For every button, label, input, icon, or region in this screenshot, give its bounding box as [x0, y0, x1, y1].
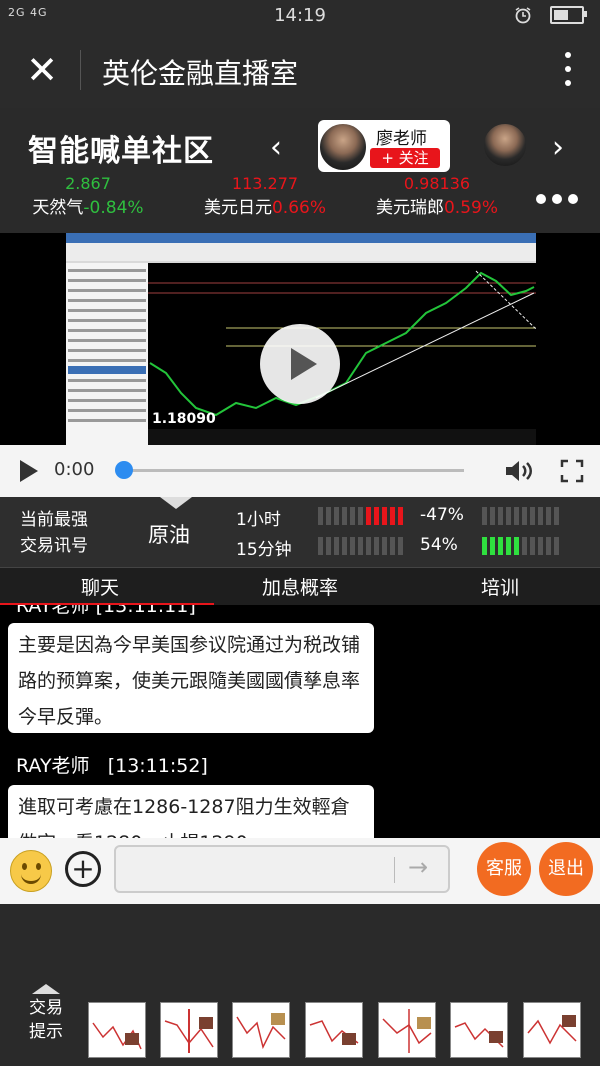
- quote-natgas[interactable]: 2.867 天然气-0.84%: [18, 174, 158, 218]
- quote-name: 天然气: [32, 198, 84, 218]
- message-sender-fragment: RAY老师 [13:11:11]: [16, 605, 196, 617]
- title-bar: ✕ 英伦金融直播室: [0, 32, 600, 108]
- quote-change: -0.84%: [83, 198, 144, 218]
- chat-area[interactable]: RAY老师 [13:11:11] 主要是因為今早美国参议院通过为税改铺路的预算案…: [0, 605, 600, 838]
- quote-price: 0.98136: [403, 174, 471, 193]
- tab-chat[interactable]: 聊天: [0, 573, 200, 600]
- close-icon[interactable]: ✕: [20, 48, 64, 92]
- tip-thumbnail[interactable]: [378, 1002, 436, 1058]
- message-sender: RAY老师 [13:11:52]: [16, 751, 208, 778]
- chevron-up-icon[interactable]: [24, 984, 68, 994]
- sender-name: RAY老师: [16, 755, 90, 777]
- tab-bar: 聊天 加息概率 培训: [0, 567, 600, 606]
- tab-training[interactable]: 培训: [400, 573, 600, 600]
- quote-price: 2.867: [65, 174, 111, 193]
- more-quotes-icon[interactable]: [536, 194, 578, 204]
- host-card[interactable]: 廖老师 + 关注: [318, 120, 450, 172]
- trade-tips-panel: 交易 提示: [0, 904, 600, 1066]
- alarm-icon: [515, 7, 531, 24]
- divider: [80, 50, 81, 90]
- sell-strength-bars: [318, 507, 403, 525]
- add-icon[interactable]: +: [65, 851, 101, 887]
- playback-time: 0:00: [54, 459, 95, 480]
- chat-message: 主要是因為今早美国参议院通过为税改铺路的预算案，使美元跟隨美國國債孳息率今早反彈…: [8, 623, 374, 733]
- signal-label: 当前最强 交易讯号: [20, 507, 88, 559]
- more-menu-icon[interactable]: [562, 48, 574, 92]
- buy-strength-bars: [482, 507, 559, 525]
- message-input[interactable]: →: [114, 845, 450, 893]
- video-player[interactable]: 1.18090: [0, 233, 600, 445]
- host-name: 廖老师: [376, 129, 427, 149]
- quote-usdjpy[interactable]: 113.277 美元日元0.66%: [190, 174, 340, 218]
- input-bar: + → 客服 退出: [0, 838, 600, 904]
- tips-label: 提示: [29, 1022, 63, 1042]
- host-avatar-next[interactable]: [482, 122, 528, 168]
- signal-label-line: 当前最强: [20, 510, 88, 530]
- battery-icon: [550, 6, 587, 24]
- tips-label: 交易: [29, 998, 63, 1018]
- tab-rate-hike[interactable]: 加息概率: [200, 573, 400, 600]
- emoji-icon[interactable]: [10, 850, 52, 892]
- signal-period: 15分钟: [236, 540, 292, 560]
- status-icons: [514, 6, 587, 24]
- fullscreen-icon[interactable]: [560, 459, 584, 483]
- buy-strength-bars: [482, 537, 559, 555]
- signal-percent: 54%: [420, 535, 458, 555]
- host-avatar: [318, 122, 368, 172]
- sell-strength-bars: [318, 537, 403, 555]
- tip-thumbnail[interactable]: [160, 1002, 218, 1058]
- page-title: 英伦金融直播室: [102, 57, 299, 90]
- tip-thumbnail[interactable]: [88, 1002, 146, 1058]
- seek-handle[interactable]: [115, 461, 133, 479]
- tip-thumbnail[interactable]: [523, 1002, 581, 1058]
- video-controls: 0:00: [0, 445, 600, 497]
- customer-service-button[interactable]: 客服: [477, 842, 531, 896]
- quote-change: 0.59%: [443, 198, 498, 218]
- tip-thumbnail[interactable]: [232, 1002, 290, 1058]
- brand-logo-text: 智能喊单社区: [28, 134, 214, 169]
- chart-price-label: 1.18090: [152, 411, 216, 427]
- chevron-left-icon[interactable]: ‹: [270, 130, 282, 165]
- quote-usdchf[interactable]: 0.98136 美元瑞郎0.59%: [362, 174, 512, 218]
- chevron-right-icon[interactable]: ›: [552, 130, 564, 165]
- signal-panel: 当前最强 交易讯号 原油 1小时 -47% 15分钟 54%: [0, 497, 600, 567]
- signal-percent: -47%: [420, 505, 464, 525]
- volume-icon[interactable]: [504, 458, 536, 484]
- chevron-down-icon[interactable]: [160, 497, 192, 511]
- community-header: 智能喊单社区 ‹ 廖老师 + 关注 › 2.867 天然气-0.84% 113.…: [0, 108, 600, 233]
- signal-asset[interactable]: 原油: [148, 519, 190, 549]
- trade-tips-button[interactable]: 交易 提示: [20, 984, 72, 1044]
- signal-label-line: 交易讯号: [20, 536, 88, 556]
- status-bar: 2G 4G 14:19: [0, 0, 600, 32]
- input-divider: [394, 857, 395, 883]
- seek-bar[interactable]: [124, 469, 464, 472]
- clock: 14:19: [274, 5, 326, 26]
- exit-button[interactable]: 退出: [539, 842, 593, 896]
- tip-thumbnail[interactable]: [305, 1002, 363, 1058]
- quote-price: 113.277: [231, 174, 299, 193]
- message-time: [13:11:52]: [107, 755, 208, 777]
- quote-name: 美元瑞郎: [375, 198, 444, 218]
- send-arrow-icon[interactable]: →: [408, 853, 428, 881]
- play-button[interactable]: [20, 460, 38, 482]
- signal-period: 1小时: [236, 510, 281, 530]
- quote-change: 0.66%: [271, 198, 326, 218]
- tip-thumbnail[interactable]: [450, 1002, 508, 1058]
- chat-message: 進取可考慮在1286-1287阻力生效輕倉做空，看1280，止損1290: [8, 785, 374, 838]
- quote-name: 美元日元: [203, 198, 272, 218]
- play-icon[interactable]: [260, 324, 340, 404]
- follow-button[interactable]: + 关注: [370, 148, 440, 168]
